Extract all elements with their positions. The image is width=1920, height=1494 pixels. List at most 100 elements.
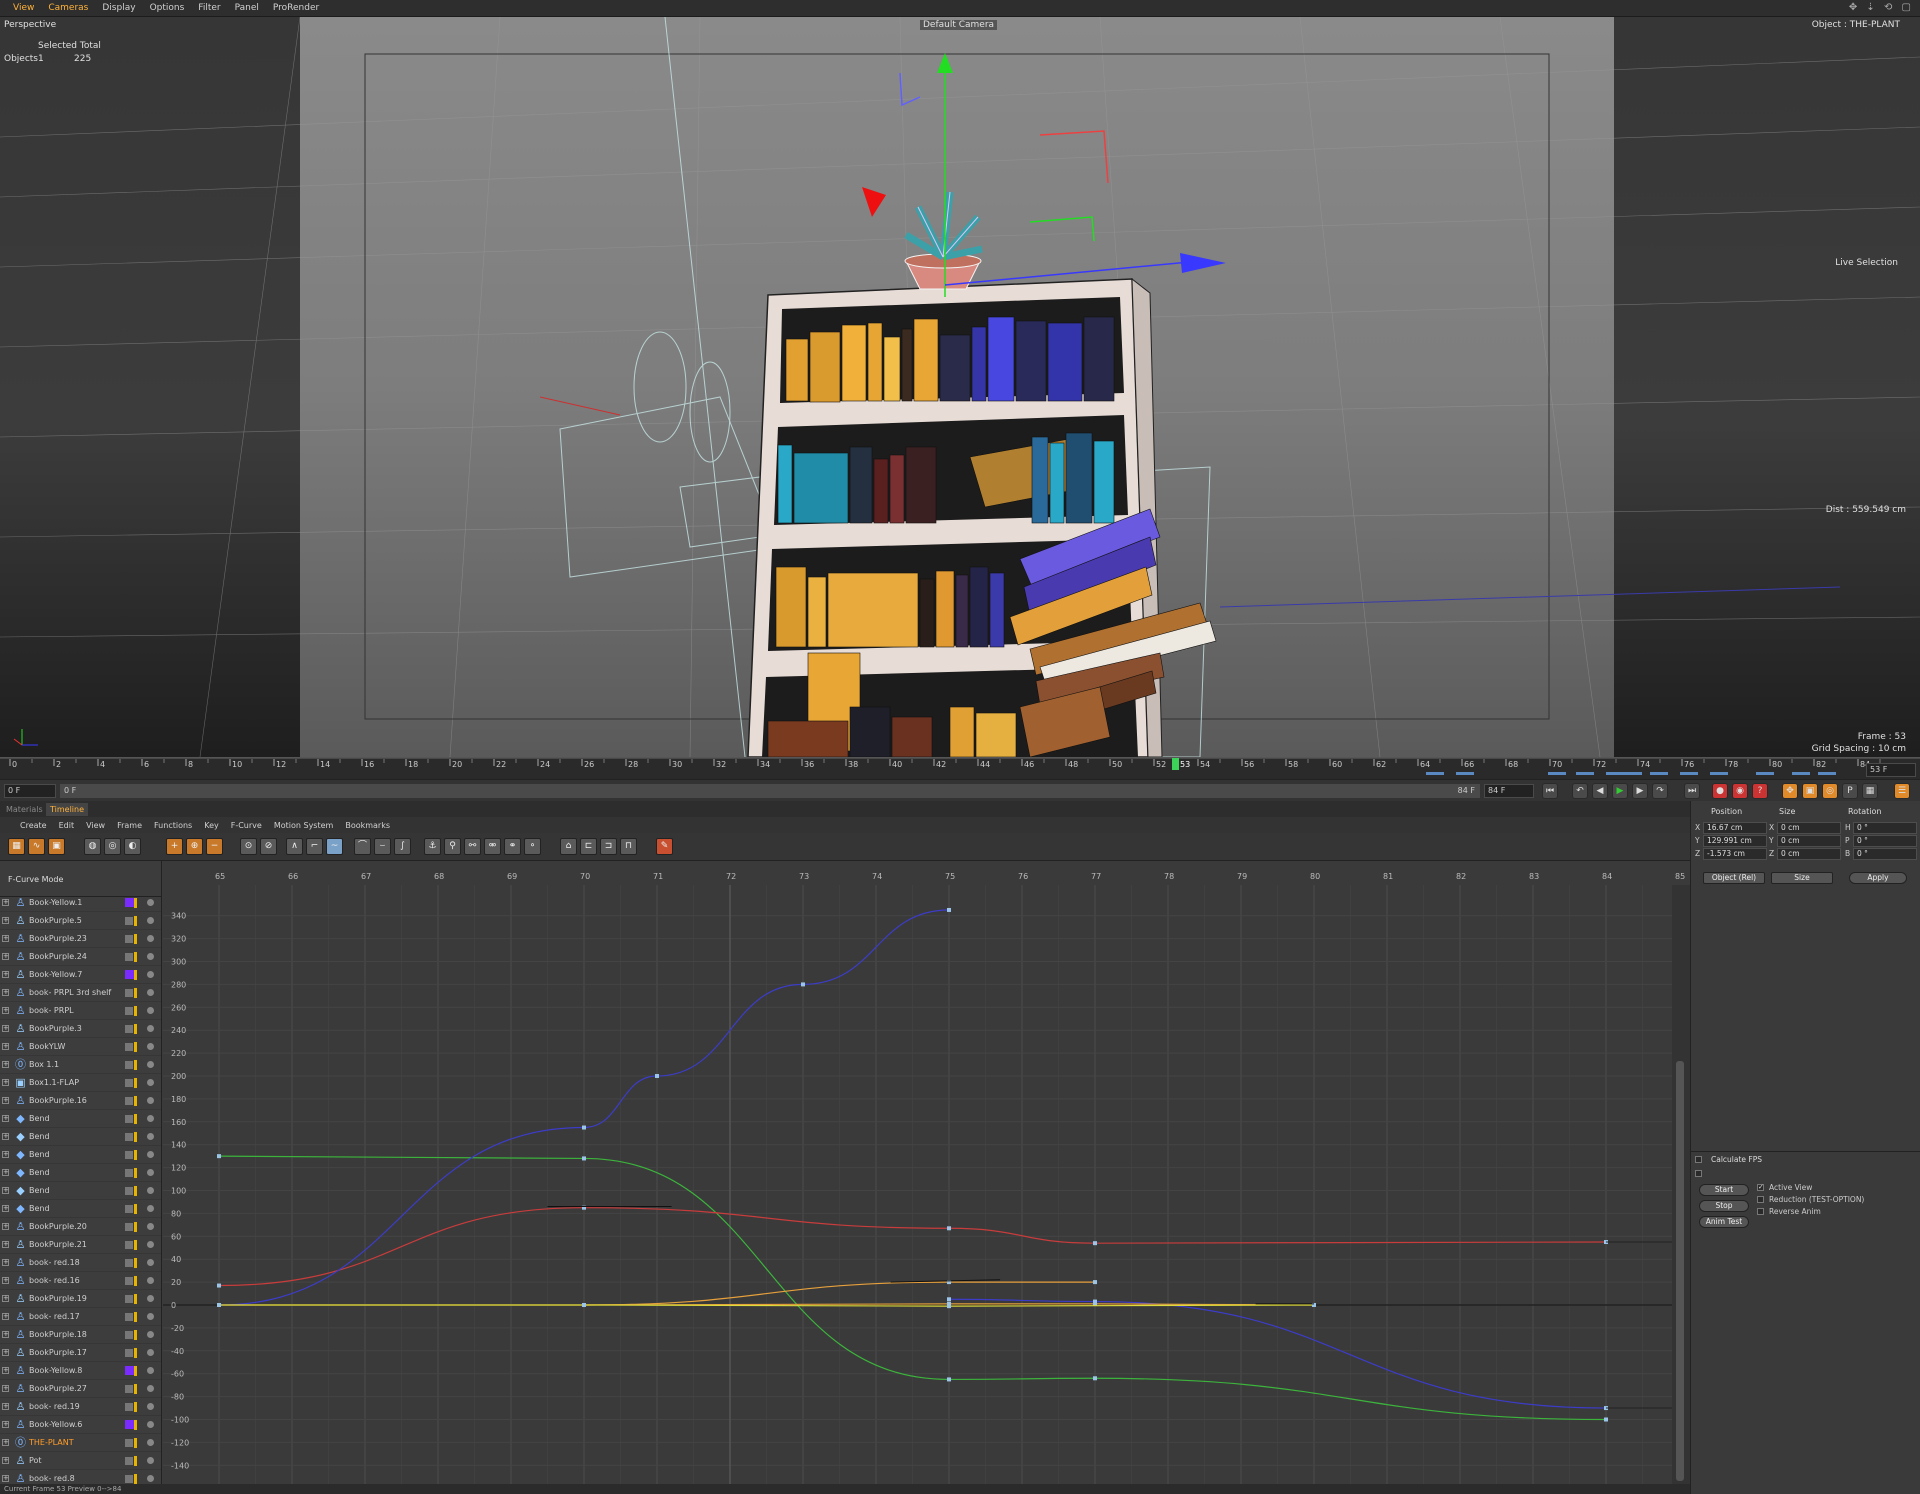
track-status-icon[interactable] <box>147 1133 154 1140</box>
lock-value-icon[interactable]: ⊏ <box>580 838 597 855</box>
track-toggle-icon[interactable] <box>125 1223 133 1231</box>
expand-toggle-icon[interactable]: + <box>2 917 9 924</box>
start-button[interactable]: Start <box>1699 1184 1749 1196</box>
add-key-icon[interactable]: + <box>166 838 183 855</box>
track-status-icon[interactable] <box>147 1295 154 1302</box>
anim-test-button[interactable]: Anim Test <box>1699 1216 1749 1228</box>
track-status-icon[interactable] <box>147 899 154 906</box>
expand-toggle-icon[interactable]: + <box>2 1295 9 1302</box>
track-status-icon[interactable] <box>147 935 154 942</box>
clamp-icon[interactable]: ⚭ <box>504 838 521 855</box>
layer-color-swatch[interactable] <box>125 1420 134 1429</box>
fps-options-toggle[interactable] <box>1695 1170 1702 1177</box>
object-row[interactable]: + ◆ Bend <box>0 1200 161 1218</box>
position-field[interactable]: 129.991 cm <box>1703 835 1767 847</box>
track-toggle-icon[interactable] <box>125 1457 133 1465</box>
track-toggle-icon[interactable] <box>125 1349 133 1357</box>
menu-edit[interactable]: Edit <box>53 821 81 830</box>
track-status-icon[interactable] <box>147 1043 154 1050</box>
ease-in-icon[interactable]: ⌒ <box>354 838 371 855</box>
object-row[interactable]: + ♙ BookYLW <box>0 1038 161 1056</box>
keyframe-point[interactable] <box>1093 1376 1097 1381</box>
size-mode-select[interactable]: Size <box>1771 872 1833 884</box>
expand-toggle-icon[interactable]: + <box>2 1079 9 1086</box>
track-status-icon[interactable] <box>147 1007 154 1014</box>
track-status-icon[interactable] <box>147 1475 154 1482</box>
track-toggle-icon[interactable] <box>125 1169 133 1177</box>
track-status-icon[interactable] <box>147 953 154 960</box>
expand-toggle-icon[interactable]: + <box>2 1115 9 1122</box>
track-toggle-icon[interactable] <box>125 935 133 943</box>
expand-toggle-icon[interactable]: + <box>2 1133 9 1140</box>
menu-create[interactable]: Create <box>14 821 53 830</box>
keyframe-point[interactable] <box>947 1297 951 1302</box>
expand-toggle-icon[interactable]: + <box>2 1025 9 1032</box>
expand-toggle-icon[interactable]: + <box>2 1097 9 1104</box>
frame-selected-icon[interactable]: ◐ <box>124 838 141 855</box>
object-row[interactable]: + ♙ book- PRPL 3rd shelf <box>0 984 161 1002</box>
expand-toggle-icon[interactable]: + <box>2 1367 9 1374</box>
object-row[interactable]: + ♙ BookPurple.21 <box>0 1236 161 1254</box>
expand-toggle-icon[interactable]: + <box>2 1439 9 1446</box>
object-row[interactable]: + ♙ BookPurple.27 <box>0 1380 161 1398</box>
lock-tangent-icon[interactable]: ⚲ <box>444 838 461 855</box>
layer-color-swatch[interactable] <box>125 970 134 979</box>
time-ruler[interactable]: 0 2 4 6 8 10 12 14 16 18 20 22 24 26 28 30 32 34 36 38 40 42 4… <box>0 757 1920 779</box>
object-row[interactable]: + ▣ Box1.1-FLAP <box>0 1074 161 1092</box>
zoom-out-icon[interactable]: ⊘ <box>260 838 277 855</box>
object-row[interactable]: + ♙ book- red.8 <box>0 1470 161 1484</box>
zero-length-icon[interactable]: ⚮ <box>484 838 501 855</box>
frame-all-icon[interactable]: ◎ <box>104 838 121 855</box>
track-status-icon[interactable] <box>147 1331 154 1338</box>
dopesheet-mode-icon[interactable]: ▦ <box>8 838 25 855</box>
keyframe-point[interactable] <box>217 1283 221 1288</box>
goto-start-button[interactable]: ⏮ <box>1542 783 1558 799</box>
object-row[interactable]: + ◆ Bend <box>0 1164 161 1182</box>
track-toggle-icon[interactable] <box>125 1259 133 1267</box>
track-status-icon[interactable] <box>147 1385 154 1392</box>
track-toggle-icon[interactable] <box>125 1007 133 1015</box>
track-status-icon[interactable] <box>147 1097 154 1104</box>
track-status-icon[interactable] <box>147 1115 154 1122</box>
menu-bookmarks[interactable]: Bookmarks <box>339 821 396 830</box>
key-scale-button[interactable]: ▣ <box>1802 783 1818 799</box>
track-toggle-icon[interactable] <box>125 1475 133 1483</box>
object-row[interactable]: + ♙ BookPurple.19 <box>0 1290 161 1308</box>
keyframe-point[interactable] <box>655 1074 659 1078</box>
spline-tangent-icon[interactable]: ~ <box>326 838 343 855</box>
object-row[interactable]: + ⓪ Box 1.1 <box>0 1056 161 1074</box>
animated-object-list[interactable]: + ♙ Book-Yellow.1 + ♙ BookPurple.5 + ♙ BookPurpl… <box>0 897 162 1484</box>
track-toggle-icon[interactable] <box>125 1403 133 1411</box>
active-view-checkbox[interactable]: ✓ <box>1757 1184 1764 1191</box>
expand-toggle-icon[interactable]: + <box>2 1241 9 1248</box>
prev-key-button[interactable]: ↶ <box>1572 783 1588 799</box>
track-status-icon[interactable] <box>147 1313 154 1320</box>
track-status-icon[interactable] <box>147 989 154 996</box>
rotation-field[interactable]: 0 ° <box>1853 835 1917 847</box>
rotation-field[interactable]: 0 ° <box>1853 848 1917 860</box>
reverse-anim-checkbox[interactable] <box>1757 1208 1764 1215</box>
play-button[interactable]: ▶ <box>1612 783 1628 799</box>
object-row[interactable]: + ♙ BookPurple.3 <box>0 1020 161 1038</box>
expand-toggle-icon[interactable]: + <box>2 1043 9 1050</box>
track-status-icon[interactable] <box>147 1403 154 1410</box>
reduction-checkbox[interactable] <box>1757 1196 1764 1203</box>
viewport-nav-icons[interactable]: ✥ ⇣ ⟲ ▢ <box>1849 2 1914 13</box>
expand-toggle-icon[interactable]: + <box>2 1007 9 1014</box>
menu-functions[interactable]: Functions <box>148 821 198 830</box>
keyframe-point[interactable] <box>582 1303 586 1307</box>
object-row[interactable]: + ♙ Book-Yellow.7 <box>0 966 161 984</box>
record-keys-icon[interactable]: ✎ <box>656 838 673 855</box>
timeline-layout-button[interactable]: ☰ <box>1894 783 1910 799</box>
lock-time-icon[interactable]: ⌂ <box>560 838 577 855</box>
expand-toggle-icon[interactable]: + <box>2 1457 9 1464</box>
expand-toggle-icon[interactable]: + <box>2 1349 9 1356</box>
expand-toggle-icon[interactable]: + <box>2 1331 9 1338</box>
object-row[interactable]: + ◆ Bend <box>0 1110 161 1128</box>
expand-toggle-icon[interactable]: + <box>2 1475 9 1482</box>
stop-button[interactable]: Stop <box>1699 1200 1749 1212</box>
playhead-marker[interactable] <box>1172 758 1179 770</box>
object-row[interactable]: + ♙ book- red.18 <box>0 1254 161 1272</box>
key-position-button[interactable]: ✥ <box>1782 783 1798 799</box>
fcurve-graph[interactable]: 65 66 67 68 69 70 71 72 73 74 75 76 77 78 79 80 81 82 83 84… <box>163 861 1690 1484</box>
